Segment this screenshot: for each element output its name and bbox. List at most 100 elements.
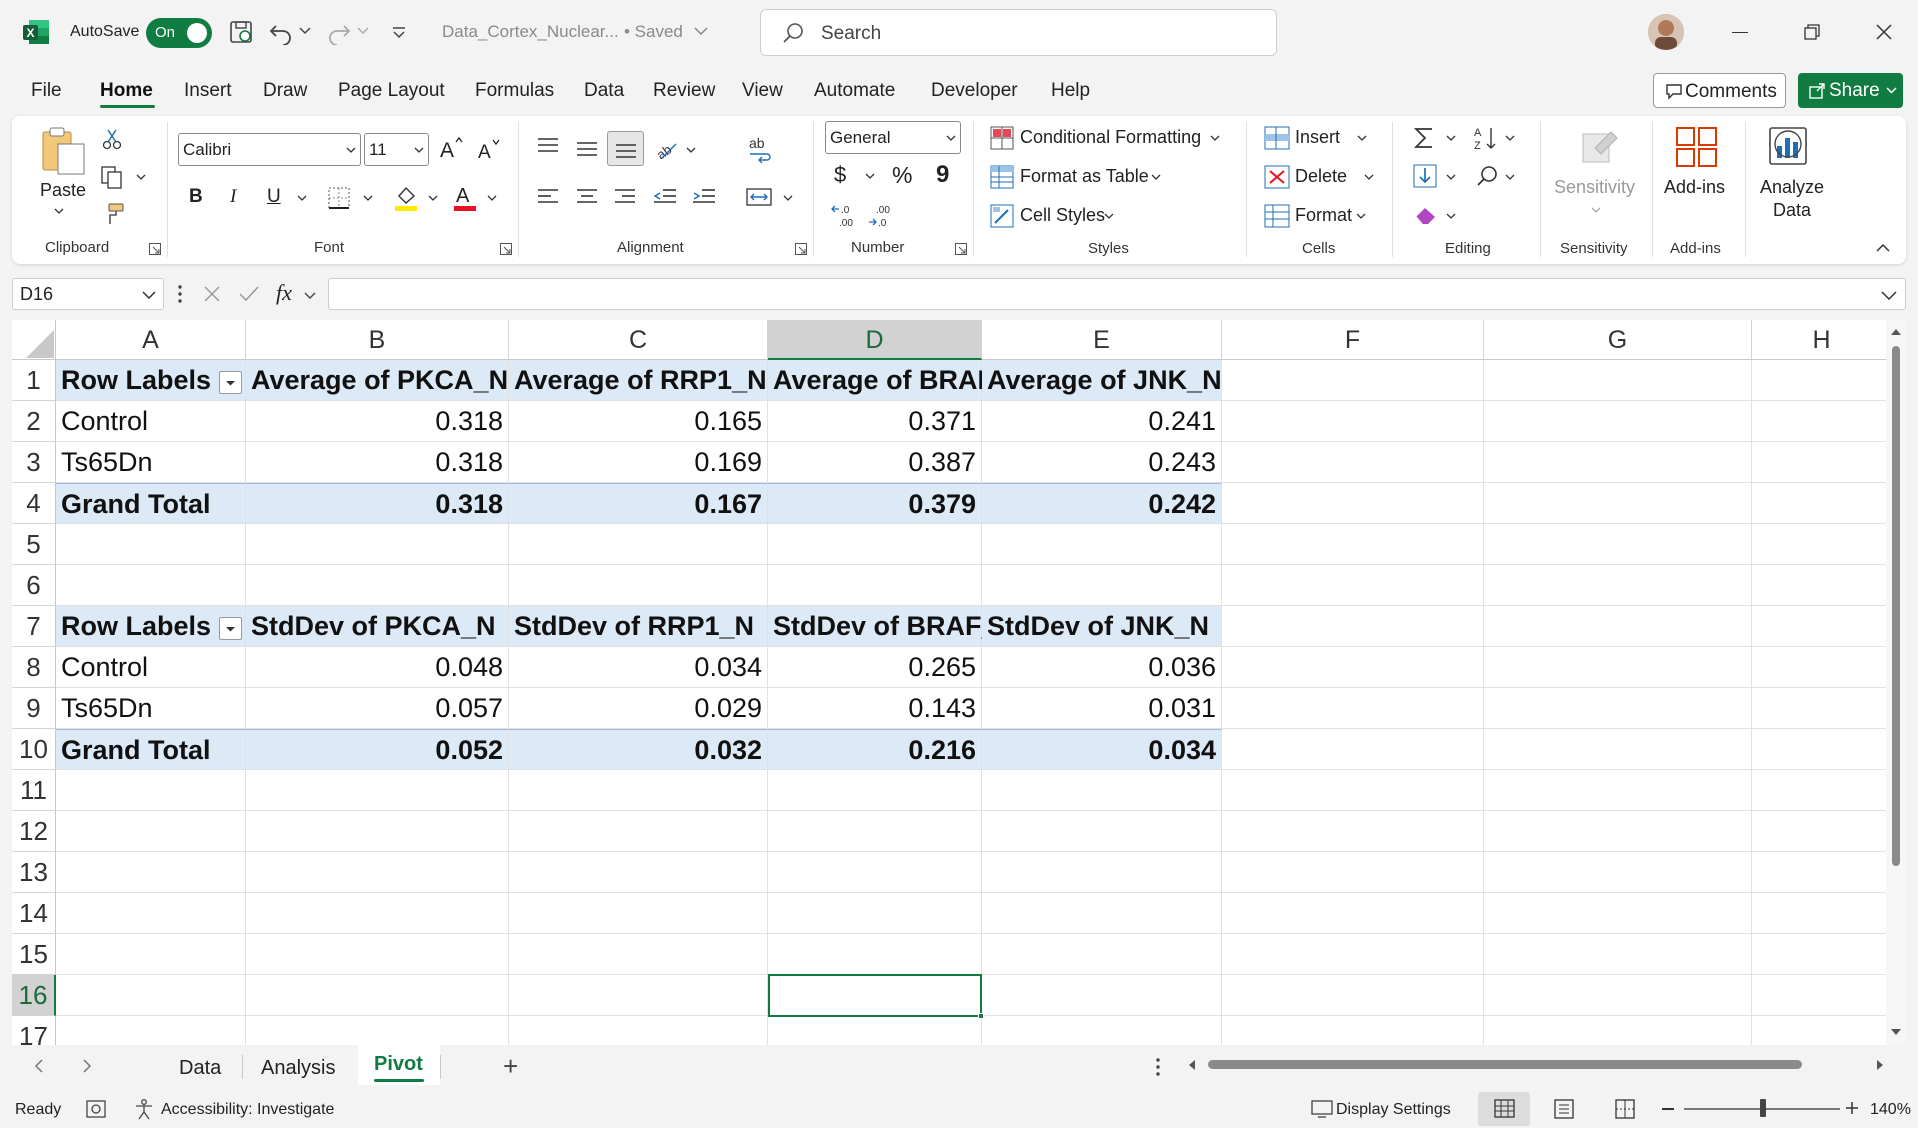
cell-e12[interactable] xyxy=(982,811,1222,852)
clear-chevron-icon[interactable] xyxy=(1446,213,1456,219)
share-button[interactable]: Share xyxy=(1798,73,1903,108)
font-launcher-icon[interactable] xyxy=(500,243,512,255)
horizontal-scrollbar[interactable] xyxy=(1186,1054,1898,1076)
cell-a11[interactable] xyxy=(56,770,246,811)
find-chevron-icon[interactable] xyxy=(1505,174,1515,180)
insert-cells-label[interactable]: Insert xyxy=(1295,127,1340,148)
cancel-entry-icon[interactable] xyxy=(203,285,221,303)
cell-f1[interactable] xyxy=(1222,360,1484,401)
find-select-icon[interactable] xyxy=(1475,164,1499,188)
zoom-level[interactable]: 140% xyxy=(1870,1101,1911,1119)
number-launcher-icon[interactable] xyxy=(955,243,967,255)
cell-f2[interactable] xyxy=(1222,401,1484,442)
cell-g16[interactable] xyxy=(1484,975,1752,1016)
cell-h14[interactable] xyxy=(1752,893,1892,934)
row-header-14[interactable]: 14 xyxy=(12,893,56,934)
number-format-combo[interactable]: General xyxy=(825,121,961,154)
add-sheet-button[interactable]: + xyxy=(503,1051,518,1082)
row-header-17[interactable]: 17 xyxy=(12,1016,56,1045)
format-chevron-icon[interactable] xyxy=(1356,213,1366,219)
cut-icon[interactable] xyxy=(102,128,122,150)
cell-f13[interactable] xyxy=(1222,852,1484,893)
column-header-g[interactable]: G xyxy=(1484,320,1752,360)
expand-formula-icon[interactable] xyxy=(1881,291,1897,300)
cell-g13[interactable] xyxy=(1484,852,1752,893)
font-color-chevron-icon[interactable] xyxy=(487,195,497,201)
cell-e13[interactable] xyxy=(982,852,1222,893)
cell-b15[interactable] xyxy=(246,934,509,975)
cell-h6[interactable] xyxy=(1752,565,1892,606)
cell-f11[interactable] xyxy=(1222,770,1484,811)
cell-f6[interactable] xyxy=(1222,565,1484,606)
cell-f8[interactable] xyxy=(1222,647,1484,688)
pivot-value-cell[interactable]: 0.057 xyxy=(246,688,509,729)
cell-b12[interactable] xyxy=(246,811,509,852)
format-as-table-label[interactable]: Format as Table xyxy=(1020,166,1149,187)
paste-label[interactable]: Paste xyxy=(40,180,86,201)
cell-c6[interactable] xyxy=(509,565,768,606)
insert-function-icon[interactable]: fx xyxy=(276,280,292,306)
page-layout-view-icon[interactable] xyxy=(1553,1099,1575,1119)
cell-a12[interactable] xyxy=(56,811,246,852)
pivot-value-cell[interactable]: Ts65Dn xyxy=(56,442,246,483)
fill-chevron-icon[interactable] xyxy=(428,195,438,201)
cell-g3[interactable] xyxy=(1484,442,1752,483)
undo-icon[interactable] xyxy=(268,19,294,45)
fill-chevron-icon[interactable] xyxy=(1446,174,1456,180)
pivot-value-cell[interactable]: 0.318 xyxy=(246,442,509,483)
redo-icon[interactable] xyxy=(326,19,352,45)
autosave-toggle[interactable]: On xyxy=(146,18,212,48)
alignment-launcher-icon[interactable] xyxy=(795,243,807,255)
decrease-decimal-icon[interactable]: .00.0 xyxy=(868,203,896,229)
cell-f5[interactable] xyxy=(1222,524,1484,565)
underline-chevron-icon[interactable] xyxy=(297,195,307,201)
cell-h2[interactable] xyxy=(1752,401,1892,442)
insert-chevron-icon[interactable] xyxy=(1357,135,1367,141)
underline-button[interactable]: U xyxy=(267,186,281,208)
page-break-view-icon[interactable] xyxy=(1614,1099,1636,1119)
font-color-icon[interactable]: A xyxy=(452,182,478,212)
cell-a14[interactable] xyxy=(56,893,246,934)
cell-c5[interactable] xyxy=(509,524,768,565)
row-header-15[interactable]: 15 xyxy=(12,934,56,975)
analyze-data-icon[interactable] xyxy=(1768,124,1812,170)
menu-developer[interactable]: Developer xyxy=(931,80,1018,102)
cell-c16[interactable] xyxy=(509,975,768,1016)
autosum-chevron-icon[interactable] xyxy=(1446,135,1456,141)
fill-color-icon[interactable] xyxy=(393,184,419,212)
row-header-2[interactable]: 2 xyxy=(12,401,56,442)
fill-handle[interactable] xyxy=(978,1013,984,1019)
cell-h5[interactable] xyxy=(1752,524,1892,565)
cell-e6[interactable] xyxy=(982,565,1222,606)
scroll-down-icon[interactable] xyxy=(1891,1028,1901,1036)
display-settings-icon[interactable] xyxy=(1311,1100,1333,1118)
cell-g7[interactable] xyxy=(1484,606,1752,647)
italic-button[interactable]: I xyxy=(230,186,236,208)
cell-b17[interactable] xyxy=(246,1016,509,1045)
column-header-e[interactable]: E xyxy=(982,320,1222,360)
cell-b13[interactable] xyxy=(246,852,509,893)
pivot-total-cell[interactable]: 0.216 xyxy=(768,729,982,770)
pivot-value-cell[interactable]: Control xyxy=(56,647,246,688)
redo-dropdown-icon[interactable] xyxy=(357,27,369,35)
cell-f10[interactable] xyxy=(1222,729,1484,770)
pivot-header-cell[interactable]: StdDev of PKCA_N xyxy=(246,606,509,647)
cell-a15[interactable] xyxy=(56,934,246,975)
row-header-5[interactable]: 5 xyxy=(12,524,56,565)
cell-e15[interactable] xyxy=(982,934,1222,975)
delete-cells-icon[interactable] xyxy=(1264,165,1290,189)
zoom-slider-thumb[interactable] xyxy=(1760,1099,1766,1117)
conditional-formatting-icon[interactable] xyxy=(990,126,1014,150)
minimize-icon[interactable] xyxy=(1732,32,1748,33)
menu-formulas[interactable]: Formulas xyxy=(475,80,554,102)
menu-automate[interactable]: Automate xyxy=(814,80,895,102)
cell-b6[interactable] xyxy=(246,565,509,606)
row-header-13[interactable]: 13 xyxy=(12,852,56,893)
clear-icon[interactable] xyxy=(1413,204,1439,226)
pivot-value-cell[interactable]: Ts65Dn xyxy=(56,688,246,729)
pivot-total-cell[interactable]: Grand Total xyxy=(56,483,246,524)
cell-d11[interactable] xyxy=(768,770,982,811)
cell-g1[interactable] xyxy=(1484,360,1752,401)
comma-button[interactable]: 9 xyxy=(936,161,949,189)
cell-b5[interactable] xyxy=(246,524,509,565)
